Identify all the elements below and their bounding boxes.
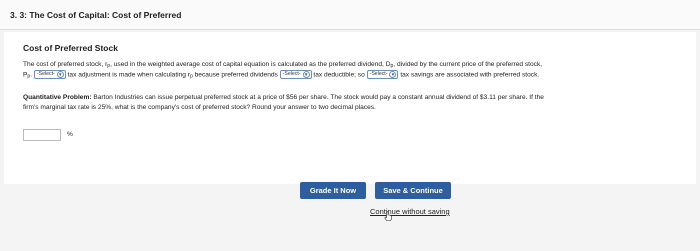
- tax-adjustment-select[interactable]: -Select- ▼: [33, 70, 66, 79]
- text-fragment: , divided by the current price of the pr…: [393, 61, 543, 68]
- tax-savings-select[interactable]: -Select- ▼: [366, 70, 399, 79]
- text-fragment: tax adjustment is made when calculating …: [67, 71, 191, 79]
- chevron-down-icon: ▼: [302, 71, 310, 78]
- percent-unit: %: [67, 131, 73, 138]
- save-continue-button[interactable]: Save & Continue: [375, 182, 451, 199]
- select-value: -Select-: [36, 71, 55, 77]
- text-fragment: .: [30, 71, 33, 79]
- deductible-select[interactable]: -Select- ▼: [279, 70, 312, 79]
- continue-without-saving-link[interactable]: Continue without saving: [370, 207, 450, 216]
- text-fragment: because preferred dividends: [194, 71, 278, 79]
- page-title: 3. 3: The Cost of Capital: Cost of Prefe…: [10, 10, 182, 20]
- text-fragment: , used in the weighted average cost of c…: [110, 61, 391, 68]
- problem-line-2: firm's marginal tax rate is 25%, what is…: [23, 103, 376, 113]
- subscript: p: [190, 73, 193, 80]
- text-fragment: tax deductible; so: [313, 71, 365, 79]
- problem-text: firm's marginal tax rate is 25%, what is…: [23, 104, 376, 111]
- chevron-down-icon: ▼: [56, 71, 64, 78]
- hand-cursor-icon: [384, 211, 392, 221]
- header-bar: 3. 3: The Cost of Capital: Cost of Prefe…: [0, 0, 700, 30]
- problem-label: Quantitative Problem:: [23, 94, 92, 101]
- problem-text: Barton Industries can issue perpetual pr…: [93, 94, 544, 101]
- select-value: -Select-: [369, 71, 388, 77]
- question-panel: Cost of Preferred Stock The cost of pref…: [4, 32, 696, 184]
- paragraph-line-2: Pp. -Select- ▼ tax adjustment is made whe…: [23, 70, 539, 81]
- text-fragment: tax savings are associated with preferre…: [400, 71, 540, 79]
- text-fragment: The cost of preferred stock, r: [23, 61, 108, 68]
- grade-it-now-button[interactable]: Grade It Now: [300, 182, 366, 199]
- section-title: Cost of Preferred Stock: [23, 43, 118, 53]
- cost-of-preferred-input[interactable]: [23, 129, 61, 141]
- select-value: -Select-: [282, 71, 301, 77]
- problem-line-1: Quantitative Problem: Barton Industries …: [23, 93, 544, 103]
- chevron-down-icon: ▼: [389, 71, 397, 78]
